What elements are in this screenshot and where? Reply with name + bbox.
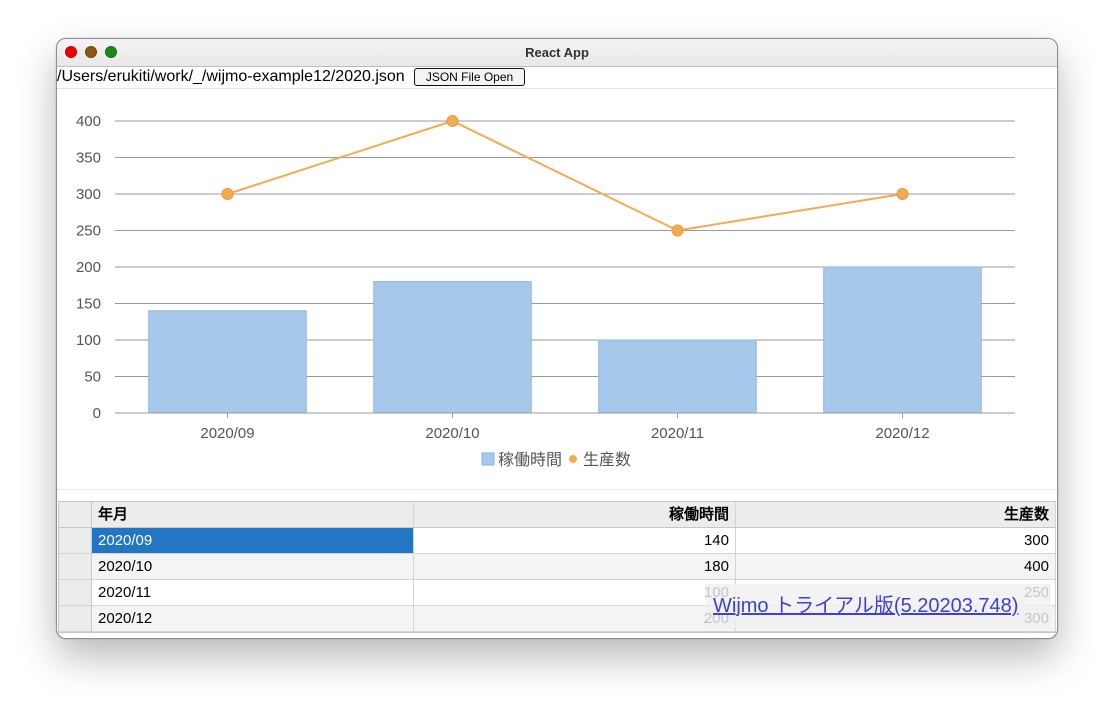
x-tick-label: 2020/10 <box>425 425 479 442</box>
table-row[interactable]: 2020/09 140 300 <box>59 528 1056 554</box>
legend-swatch-bar <box>481 452 495 466</box>
line-point <box>896 188 909 200</box>
row-header[interactable] <box>59 606 92 632</box>
line-point <box>671 224 684 237</box>
y-tick-label: 0 <box>93 405 101 422</box>
x-tick-label: 2020/11 <box>651 425 704 442</box>
app-window: React App /Users/erukiti/work/_/wijmo-ex… <box>56 38 1058 639</box>
legend-label: 稼働時間 <box>498 451 562 469</box>
grid-corner-cell[interactable] <box>59 502 92 528</box>
cell-month[interactable]: 2020/10 <box>92 554 414 580</box>
y-tick-label: 250 <box>76 223 101 240</box>
cell-hours[interactable]: 140 <box>414 528 736 554</box>
wijmo-trial-watermark-link[interactable]: Wijmo トライアル版(5.20203.748) <box>705 584 1051 628</box>
y-tick-label: 150 <box>76 296 101 313</box>
y-tick-label: 200 <box>76 259 101 276</box>
row-header[interactable] <box>59 528 92 554</box>
cell-hours[interactable]: 200 <box>414 606 736 632</box>
json-file-open-button[interactable]: JSON File Open <box>414 68 525 86</box>
legend-label: 生産数 <box>583 451 631 469</box>
column-header-production[interactable]: 生産数 <box>736 502 1056 528</box>
bar <box>823 266 982 414</box>
combo-chart: 0 50 100 150 200 250 300 350 400 2020/09 2020/10 2… <box>76 113 1015 469</box>
cell-month[interactable]: 2020/12 <box>92 606 414 632</box>
y-tick-label: 350 <box>76 150 101 167</box>
bar <box>373 281 532 414</box>
line-point <box>221 188 234 200</box>
file-bar: /Users/erukiti/work/_/wijmo-example12/20… <box>57 67 1057 89</box>
y-tick-label: 50 <box>84 369 101 386</box>
column-header-month[interactable]: 年月 <box>92 502 414 528</box>
table-row[interactable]: 2020/10 180 400 <box>59 554 1056 580</box>
bar <box>148 310 307 414</box>
legend-swatch-line <box>569 455 577 463</box>
grid-header-row: 年月 稼働時間 生産数 <box>59 502 1056 528</box>
window-title: React App <box>525 45 589 60</box>
row-header[interactable] <box>59 580 92 606</box>
x-tick-label: 2020/09 <box>200 425 254 442</box>
line-point <box>446 115 459 127</box>
cell-month[interactable]: 2020/09 <box>92 528 414 554</box>
cell-production[interactable]: 300 <box>736 528 1056 554</box>
desktop: React App /Users/erukiti/work/_/wijmo-ex… <box>0 0 1112 712</box>
title-bar[interactable]: React App <box>57 39 1057 67</box>
series-line <box>227 119 903 232</box>
y-tick-label: 100 <box>76 332 101 349</box>
file-path: /Users/erukiti/work/_/wijmo-example12/20… <box>57 68 405 85</box>
cell-month[interactable]: 2020/11 <box>92 580 414 606</box>
chart-panel: 0 50 100 150 200 250 300 350 400 2020/09 2020/10 2… <box>57 89 1057 490</box>
column-header-hours[interactable]: 稼働時間 <box>414 502 736 528</box>
cell-production[interactable]: 400 <box>736 554 1056 580</box>
cell-hours[interactable]: 100 <box>414 580 736 606</box>
row-header[interactable] <box>59 554 92 580</box>
bar <box>598 339 757 414</box>
y-tick-label: 300 <box>76 186 101 203</box>
y-tick-label: 400 <box>76 113 101 130</box>
cell-hours[interactable]: 180 <box>414 554 736 580</box>
x-tick-label: 2020/12 <box>875 425 929 442</box>
